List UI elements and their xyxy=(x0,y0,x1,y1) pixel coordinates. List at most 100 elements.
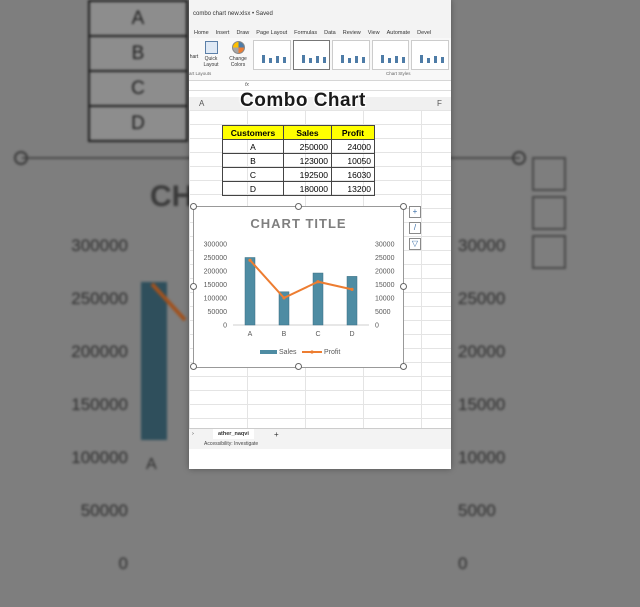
chart-styles-group-label: Chart Styles xyxy=(386,71,411,76)
chart-elements-plus-icon[interactable]: + xyxy=(409,206,421,218)
quick-layout-button[interactable]: Quick Layout xyxy=(201,41,221,68)
cell-profit[interactable]: 10050 xyxy=(331,153,375,168)
cell-customer[interactable]: B xyxy=(222,153,284,168)
cell-sales[interactable]: 123000 xyxy=(283,153,332,168)
resize-handle[interactable] xyxy=(295,363,302,370)
header-sales[interactable]: Sales xyxy=(283,125,332,140)
cell-profit[interactable]: 13200 xyxy=(331,181,375,196)
palette-icon xyxy=(231,41,245,54)
resize-handle[interactable] xyxy=(400,203,407,210)
background-tick: 200000 xyxy=(71,342,128,361)
resize-handle[interactable] xyxy=(190,283,197,290)
background-tick: 20000 xyxy=(458,342,506,361)
cell-sales[interactable]: 180000 xyxy=(283,181,332,196)
y-left-tick-label: 100000 xyxy=(204,296,227,303)
background-tick: 300000 xyxy=(71,236,128,255)
cell-profit[interactable]: 24000 xyxy=(331,139,375,154)
y-left-tick-label: 300000 xyxy=(204,242,227,249)
chart-style-thumbnail[interactable] xyxy=(253,40,291,70)
chart-plot: 0 50000 100000 150000 200000 250000 300000 0 500… xyxy=(204,242,395,357)
y-right-tick-label: 5000 xyxy=(375,309,391,316)
change-colors-button[interactable]: Change Colors xyxy=(227,41,249,68)
chart-styles-gallery xyxy=(253,40,449,70)
header-customers[interactable]: Customers xyxy=(222,125,284,140)
tab-draw[interactable]: Draw xyxy=(236,28,249,38)
background-plus-icon xyxy=(532,157,566,191)
cell-sales[interactable]: 250000 xyxy=(283,139,332,154)
cell-customer[interactable]: A xyxy=(222,139,284,154)
background-x-label: A xyxy=(146,456,157,473)
y-right-tick-label: 20000 xyxy=(375,269,395,276)
status-bar: Accessibility: Investigate xyxy=(189,439,451,449)
background-table-cell: D xyxy=(88,105,188,142)
accessibility-status[interactable]: Accessibility: Investigate xyxy=(204,441,258,447)
y-left-tick-label: 0 xyxy=(223,323,227,330)
chart-style-thumbnail[interactable] xyxy=(411,40,449,70)
chart-filters-funnel-icon[interactable]: ▽ xyxy=(409,238,421,250)
tab-insert[interactable]: Insert xyxy=(216,28,230,38)
resize-handle[interactable] xyxy=(400,283,407,290)
table-row: D 180000 13200 xyxy=(222,181,375,196)
tab-page-layout[interactable]: Page Layout xyxy=(256,28,287,38)
data-table: Customers Sales Profit A 250000 24000 B … xyxy=(222,125,375,196)
resize-handle[interactable] xyxy=(190,363,197,370)
tab-data[interactable]: Data xyxy=(324,28,336,38)
cell-profit[interactable]: 16030 xyxy=(331,167,375,182)
chart-style-thumbnail[interactable] xyxy=(332,40,370,70)
background-tick: 0 xyxy=(118,554,128,573)
y-right-tick-label: 30000 xyxy=(375,242,395,249)
profit-point xyxy=(282,296,286,300)
table-row: B 123000 10050 xyxy=(222,153,375,168)
resize-handle[interactable] xyxy=(400,363,407,370)
background-table-cell: C xyxy=(88,70,188,107)
legend-sales-swatch xyxy=(260,350,277,354)
header-profit[interactable]: Profit xyxy=(331,125,375,140)
resize-handle[interactable] xyxy=(295,203,302,210)
background-brush-icon xyxy=(532,196,566,230)
column-header-f[interactable]: F xyxy=(437,99,442,108)
ribbon-tabs: Home Insert Draw Page Layout Formulas Da… xyxy=(189,28,451,38)
change-colors-label: Change Colors xyxy=(229,56,247,68)
background-tick: 150000 xyxy=(71,395,128,414)
quick-layout-label: Quick Layout xyxy=(203,56,219,68)
background-filter-icon xyxy=(532,235,566,269)
ribbon: hart Quick Layout Change Colors art Layo… xyxy=(189,38,451,81)
cell-sales[interactable]: 192500 xyxy=(283,167,332,182)
background-tick: 50000 xyxy=(80,501,128,520)
combo-chart[interactable]: CHART TITLE 0 50000 100000 150000 200000 2500… xyxy=(193,206,404,368)
formula-fx-icon: fx xyxy=(245,82,249,88)
background-table-cell: B xyxy=(88,35,188,72)
profit-point xyxy=(350,287,354,291)
cell-customer[interactable]: C xyxy=(222,167,284,182)
y-left-tick-label: 150000 xyxy=(204,282,227,289)
tab-home[interactable]: Home xyxy=(194,28,209,38)
chart-styles-brush-icon[interactable]: / xyxy=(409,222,421,234)
column-header-a[interactable]: A xyxy=(199,99,204,108)
quick-layout-icon xyxy=(204,41,218,54)
y-left-tick-label: 50000 xyxy=(208,309,228,316)
chart-style-thumbnail[interactable] xyxy=(371,40,410,70)
chart-style-thumbnail[interactable] xyxy=(292,40,331,70)
cell-customer[interactable]: D xyxy=(222,181,284,196)
resize-handle[interactable] xyxy=(190,203,197,210)
x-tick-label: C xyxy=(315,331,320,338)
tab-developer[interactable]: Devel xyxy=(417,28,431,38)
tab-view[interactable]: View xyxy=(368,28,380,38)
background-chart-title: CH xyxy=(150,180,194,213)
profit-point xyxy=(316,280,320,284)
tab-formulas[interactable]: Formulas xyxy=(294,28,317,38)
overlay-title: Combo Chart xyxy=(240,90,366,111)
legend-profit-marker xyxy=(310,350,314,354)
chart-layouts-group-label: art Layouts xyxy=(189,71,212,76)
background-tick: 0 xyxy=(458,554,468,573)
background-tick: 5000 xyxy=(458,501,496,520)
tab-review[interactable]: Review xyxy=(343,28,361,38)
legend-profit-label: Profit xyxy=(324,349,340,356)
y-right-tick-label: 0 xyxy=(375,323,379,330)
x-tick-label: B xyxy=(282,331,287,338)
tab-automate[interactable]: Automate xyxy=(387,28,411,38)
background-tick: 10000 xyxy=(458,448,506,467)
add-chart-element-button[interactable]: hart xyxy=(189,41,199,60)
profit-point xyxy=(248,258,252,262)
sales-bar xyxy=(244,257,256,326)
